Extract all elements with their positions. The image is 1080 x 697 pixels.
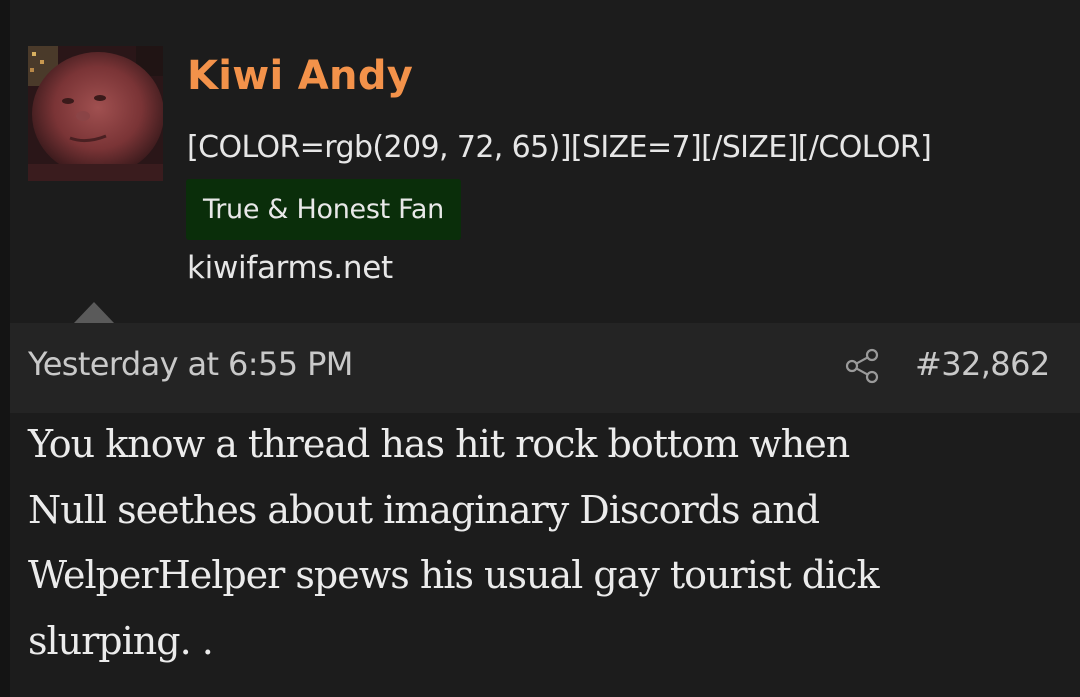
post-body: You know a thread has hit rock bottom wh… [28, 412, 1068, 674]
post-body-line: Null seethes about imaginary Discords an… [28, 487, 820, 532]
post-body-line: You know a thread has hit rock bottom wh… [28, 422, 850, 466]
post-timestamp[interactable]: Yesterday at 6:55 PM [28, 345, 353, 383]
user-title: [COLOR=rgb(209, 72, 65)][SIZE=7][/SIZE][… [187, 130, 932, 165]
user-banner: True & Honest Fan [186, 179, 461, 240]
post-container: Kiwi Andy [COLOR=rgb(209, 72, 65)][SIZE=… [0, 0, 1080, 697]
avatar[interactable] [28, 46, 163, 181]
post-number-link[interactable]: #32,862 [915, 345, 1050, 383]
share-icon[interactable] [842, 346, 882, 386]
post-body-line: WelperHelper spews his usual gay tourist… [28, 553, 880, 597]
user-site: kiwifarms.net [187, 250, 393, 286]
post-body-line: slurping. . [28, 618, 214, 663]
username[interactable]: Kiwi Andy [187, 53, 413, 99]
user-info-arrow [74, 302, 114, 323]
